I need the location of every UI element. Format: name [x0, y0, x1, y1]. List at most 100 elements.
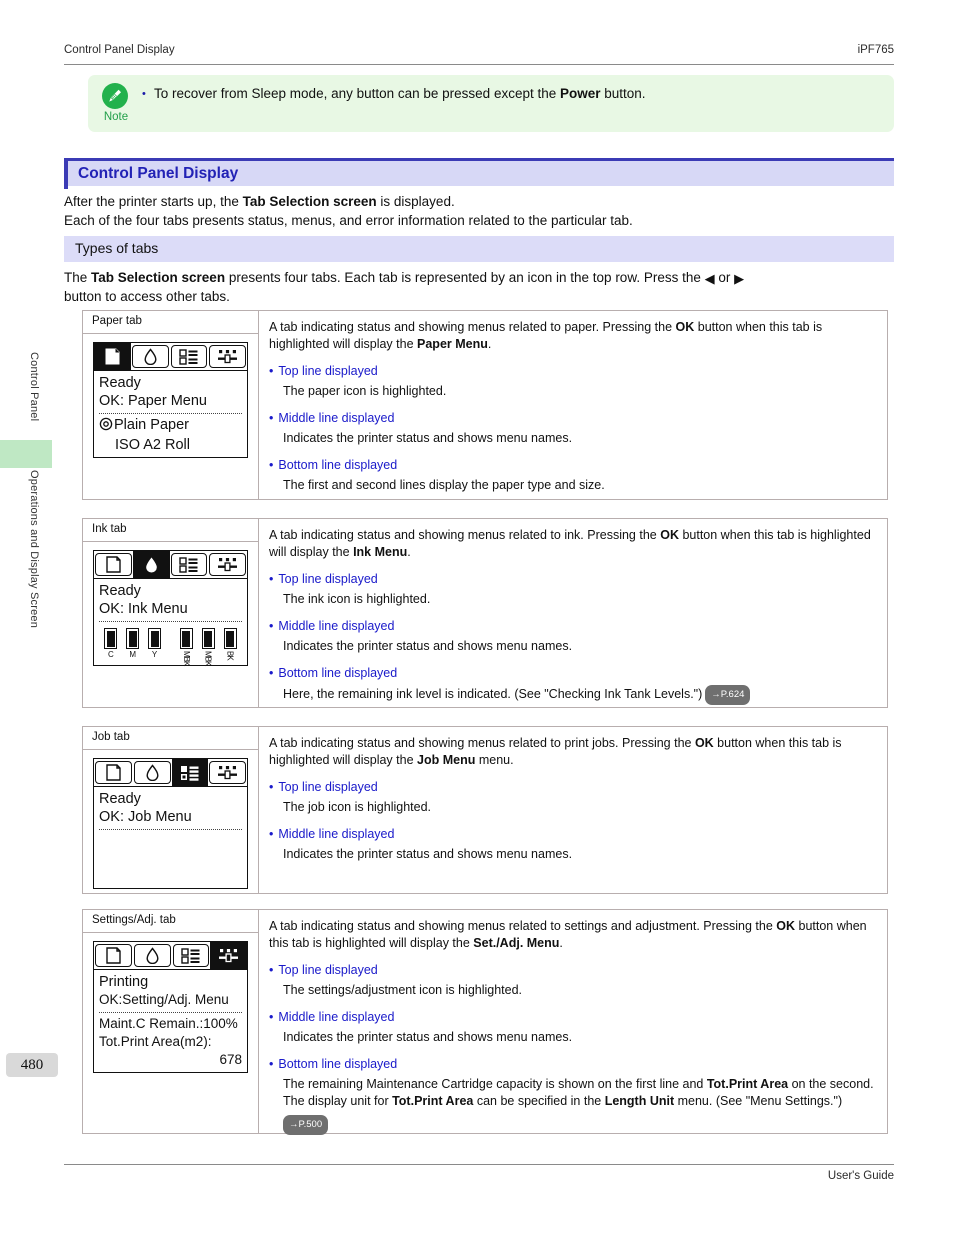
paper-item-1-title: • Middle line displayed	[269, 410, 878, 426]
lcd-tab-settings[interactable]	[209, 761, 246, 784]
paper-item-1-label: Middle line displayed	[278, 411, 395, 425]
job-tab-description-cell: A tab indicating status and showing menu…	[259, 727, 887, 893]
lcd-tab-ink[interactable]	[131, 345, 169, 368]
settings-item-1-sub: Indicates the printer status and shows m…	[283, 1030, 573, 1044]
settings-tab-caption-text: Settings/Adj. tab	[92, 914, 176, 926]
page-reference-badge[interactable]: →P.500	[283, 1115, 329, 1135]
lcd-tab-job[interactable]	[171, 759, 209, 786]
ink-tank-y: Y	[144, 628, 166, 665]
intro-1a: After the printer starts up, the	[64, 194, 243, 209]
lcd-tab-paper[interactable]	[95, 761, 132, 784]
lcd-tab-settings[interactable]	[210, 942, 247, 969]
lcd-body-job: Ready OK: Job Menu	[94, 787, 247, 888]
ink-label: MBK	[181, 651, 191, 666]
tabs-intro-1c: presents four tabs. Each tab is represen…	[225, 270, 705, 285]
job-item-0-sub: The job icon is highlighted.	[283, 800, 432, 814]
lcd-tab-settings[interactable]	[209, 553, 246, 576]
lcd-paper-type: Plain Paper	[114, 417, 189, 433]
subsection-heading-bar: Types of tabs	[64, 236, 894, 262]
settings-tab-description-cell: A tab indicating status and showing menu…	[259, 910, 887, 1135]
ink-fill	[106, 630, 115, 647]
settings-desc-paragraph: A tab indicating status and showing menu…	[269, 918, 878, 952]
sidebar-item-control-panel[interactable]: Control Panel	[28, 352, 40, 421]
note-pencil-icon	[102, 83, 128, 109]
ink-tab-caption-text: Ink tab	[92, 523, 127, 535]
ink-label: M	[129, 650, 137, 659]
roll-paper-icon	[99, 417, 113, 436]
settings-item-1-label: Middle line displayed	[278, 1010, 395, 1024]
lcd-paper-size: ISO A2 Roll	[115, 437, 190, 453]
ink-tank-mbk-2: MBK	[197, 628, 219, 665]
settings-item-1-title: • Middle line displayed	[269, 1009, 878, 1025]
note-text-part2: button.	[600, 86, 646, 101]
paper-item-2-sub: The first and second lines display the p…	[283, 478, 605, 492]
lcd-menu-line: OK: Ink Menu	[99, 601, 188, 617]
settings-item-2-title: • Bottom line displayed	[269, 1056, 878, 1072]
page-header: Control Panel Display iPF765	[64, 44, 894, 56]
intro-1b: Tab Selection screen	[242, 194, 377, 209]
page-reference-badge[interactable]: →P.624	[705, 685, 751, 705]
ink-tank-m: M	[122, 628, 144, 665]
lcd-tab-ink[interactable]	[133, 761, 171, 784]
lcd-tab-strip	[94, 759, 247, 787]
table-row: Settings/Adj. tab Printing OK:Setting/Ad…	[82, 909, 888, 1135]
lcd-bottom-area	[99, 832, 242, 888]
lcd-tab-strip	[94, 551, 247, 579]
settings-item-0-title: • Top line displayed	[269, 962, 878, 978]
settings-bottom-h: menu. (See "Menu Settings.")	[674, 1094, 843, 1108]
settings-desc-a: A tab indicating status and showing menu…	[269, 919, 777, 933]
ink-tab-description-cell: A tab indicating status and showing menu…	[259, 519, 887, 707]
tabs-intro-line-2: button to access other tabs.	[64, 289, 230, 304]
ink-description: A tab indicating status and showing menu…	[269, 527, 878, 705]
header-left-title: Control Panel Display	[64, 44, 175, 56]
sidebar-item-operations-display-screen[interactable]: Operations and Display Screen	[28, 470, 40, 628]
lcd-tab-job[interactable]	[170, 345, 208, 368]
lcd-body-paper: Ready OK: Paper Menu Plain Paper ISO A2 …	[94, 371, 247, 457]
bullet-icon: •	[269, 1010, 274, 1024]
ink-tab-caption: Ink tab	[83, 519, 258, 542]
settings-bottom-g: Length Unit	[604, 1094, 675, 1108]
ink-item-1-label: Middle line displayed	[278, 619, 395, 633]
list-item: • Top line displayed The ink icon is high…	[269, 571, 878, 608]
lcd-tab-paper[interactable]	[94, 343, 131, 370]
lcd-tab-paper[interactable]	[95, 553, 132, 576]
lcd-tab-paper[interactable]	[95, 944, 132, 967]
ink-label: MBK	[203, 651, 213, 666]
paper-desc-ok: OK	[675, 320, 695, 334]
ink-desc-e: .	[407, 545, 411, 559]
lcd-status-line: Printing	[99, 974, 149, 990]
lcd-body-settings: Printing OK:Setting/Adj. Menu Maint.C Re…	[94, 970, 247, 1072]
subsection-title: Types of tabs	[75, 240, 159, 256]
ink-label: BK	[225, 651, 235, 660]
settings-description: A tab indicating status and showing menu…	[269, 918, 878, 1135]
ink-label: C	[108, 650, 114, 659]
list-item: • Top line displayed The paper icon is hi…	[269, 363, 878, 400]
left-arrow-icon: ◀	[704, 271, 715, 286]
settings-bottom-b: Tot.Print Area	[706, 1077, 789, 1091]
lcd-tab-job[interactable]	[172, 944, 210, 967]
lcd-divider	[99, 621, 242, 622]
lcd-tab-settings[interactable]	[209, 345, 246, 368]
settings-bottom-d: The display unit for	[283, 1094, 393, 1108]
heading-accent	[64, 161, 68, 189]
ink-desc-paragraph: A tab indicating status and showing menu…	[269, 527, 878, 561]
ink-spacer	[165, 628, 175, 665]
ink-item-1-title: • Middle line displayed	[269, 618, 878, 634]
settings-bottom-a: The remaining Maintenance Cartridge capa…	[283, 1077, 707, 1091]
lcd-tab-job[interactable]	[170, 553, 208, 576]
header-right-model: iPF765	[857, 44, 894, 56]
sidebar-highlight	[0, 440, 52, 468]
lcd-bottom-area: Plain Paper ISO A2 Roll	[99, 416, 242, 457]
job-item-1-sub: Indicates the printer status and shows m…	[283, 847, 573, 861]
paper-item-0-label: Top line displayed	[278, 364, 378, 378]
lcd-tab-ink[interactable]	[133, 944, 171, 967]
bullet-icon: •	[269, 780, 274, 794]
job-tab-caption-text: Job tab	[92, 731, 130, 743]
ink-tank-bar	[201, 628, 215, 649]
ink-item-0-title: • Top line displayed	[269, 571, 878, 587]
footer-text: User's Guide	[827, 1170, 894, 1182]
ink-desc-menu: Ink Menu	[353, 545, 408, 559]
lcd-tab-ink[interactable]	[132, 551, 170, 578]
bullet-icon: •	[269, 619, 274, 633]
paper-tab-caption: Paper tab	[83, 311, 258, 334]
